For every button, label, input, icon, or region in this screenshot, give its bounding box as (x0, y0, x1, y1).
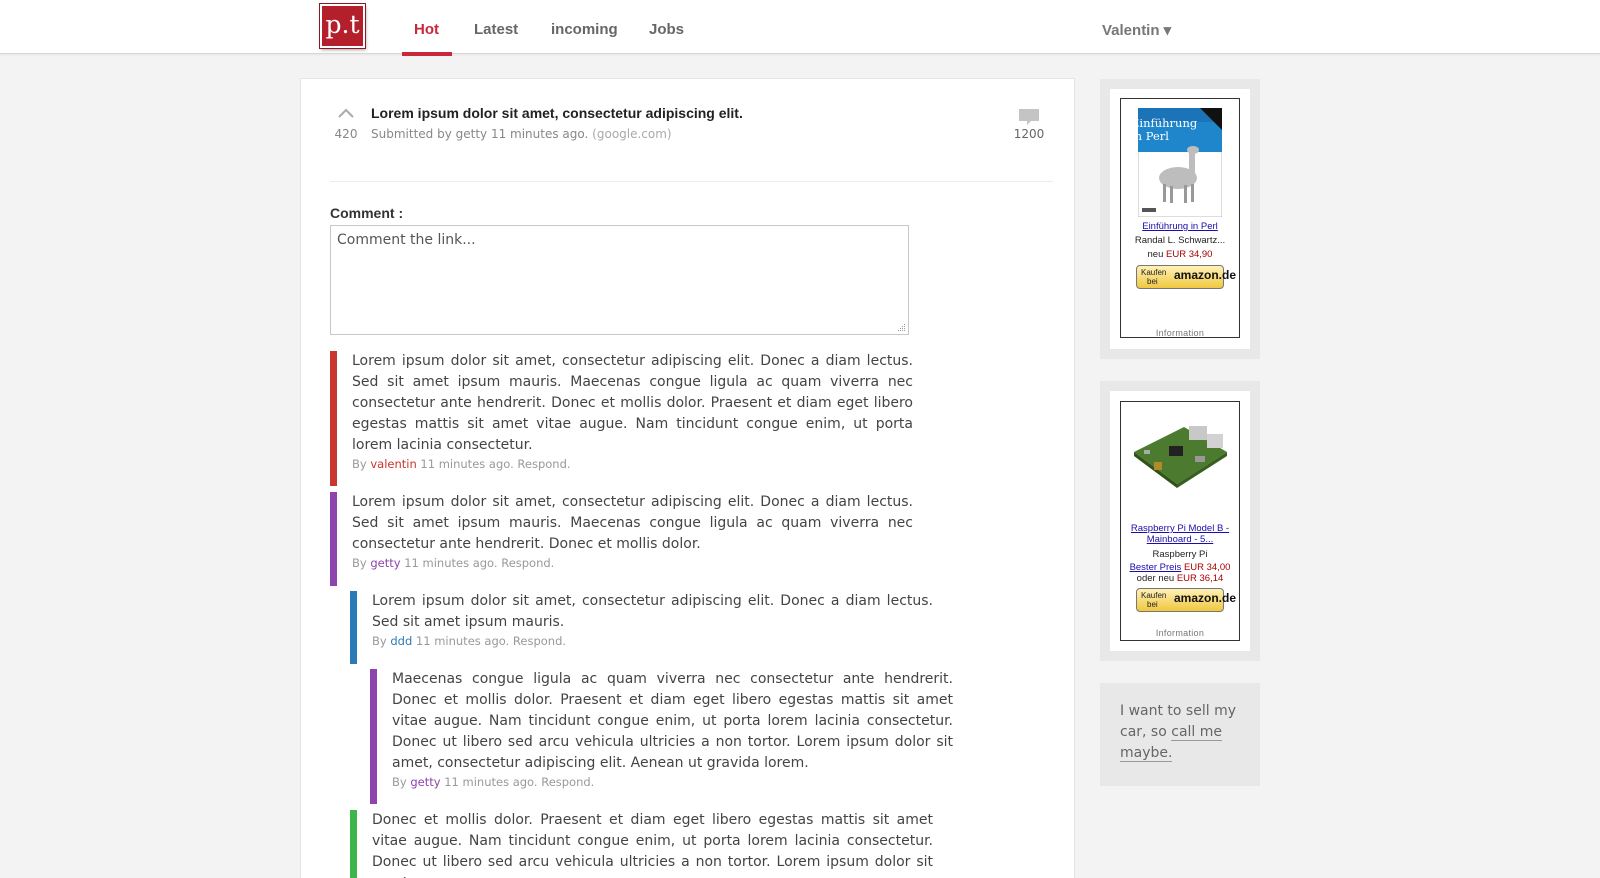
post-title-link[interactable]: Lorem ipsum dolor sit amet, consectetur … (371, 105, 743, 121)
speech-bubble-icon[interactable] (1018, 108, 1040, 126)
comment-meta: By ddd 11 minutes ago. Respond. (357, 634, 933, 648)
comment-text: Donec et mollis dolor. Praesent et diam … (372, 812, 933, 878)
comment-author-link[interactable]: valentin (370, 457, 416, 471)
ad-new-price-row: oder neu EUR 36,14 (1121, 573, 1239, 584)
comment-thread-item: Lorem ipsum dolor sit amet, consectetur … (330, 351, 913, 486)
ad-price-label: neu (1147, 249, 1164, 260)
respond-link[interactable]: Respond. (501, 556, 554, 570)
respond-link[interactable]: Respond. (541, 775, 594, 789)
amazon-ad-raspberry-pi[interactable]: Raspberry Pi Model B - Mainboard - 5... … (1120, 401, 1240, 641)
ad-best-price: EUR 34,00 (1183, 562, 1231, 573)
ad-information-link[interactable]: Information (1121, 628, 1239, 638)
ad-title-line: Raspberry Pi Model B - (1130, 523, 1230, 534)
comment-text: Lorem ipsum dolor sit amet, consectetur … (352, 353, 913, 453)
ad-best-price-row: Bester Preis EUR 34,00 (1121, 562, 1239, 573)
ad-text-block: Raspberry Pi Model B - Mainboard - 5... … (1121, 523, 1239, 584)
ad-new-price: EUR 36,14 (1176, 573, 1224, 584)
comment-thread-item: Donec et mollis dolor. Praesent et diam … (350, 810, 933, 878)
comment-by-label: By (392, 775, 407, 789)
comment-thread-item: Maecenas congue ligula ac quam viverra n… (370, 669, 953, 804)
resize-grip-icon[interactable] (896, 322, 906, 332)
comment-count: 1200 (1013, 127, 1045, 141)
comment-time: 11 minutes ago. (444, 775, 538, 789)
ad-price-row: neu EUR 34,90 (1121, 249, 1239, 260)
ad-new-price-label: oder neu (1136, 573, 1175, 584)
vote-count: 420 (334, 127, 358, 141)
comment-author-link[interactable]: getty (370, 556, 400, 570)
ad-brand: Raspberry Pi (1152, 549, 1208, 560)
sidebar-ad-inner: Einführung in Perl Einführung in Perl Ra… (1110, 89, 1250, 349)
respond-link[interactable]: Respond. (513, 634, 566, 648)
nav-item-incoming[interactable]: incoming (551, 21, 618, 38)
comment-author-link[interactable]: getty (410, 775, 440, 789)
comment-meta: By getty 11 minutes ago. Respond. (337, 556, 913, 570)
post-meta: Submitted by getty 11 minutes ago. (goog… (371, 127, 672, 141)
comment-by-label: By (372, 634, 387, 648)
comment-text: Lorem ipsum dolor sit amet, consectetur … (352, 494, 913, 552)
ad-title-line: Mainboard - 5... (1146, 534, 1214, 545)
amazon-logo: amazon.de (1174, 268, 1237, 282)
ad-best-price-link[interactable]: Bester Preis (1130, 562, 1182, 573)
nav-item-latest[interactable]: Latest (474, 21, 518, 38)
ad-price: EUR 34,90 (1166, 249, 1213, 260)
comment-textarea[interactable] (330, 225, 909, 335)
amazon-buy-button[interactable]: Kaufen bei amazon.de (1136, 265, 1236, 289)
top-navigation-bar: p.t Hot Latest incoming Jobs Valentin ▾ (0, 0, 1600, 56)
comment-thread-item: Lorem ipsum dolor sit amet, consectetur … (350, 591, 933, 664)
comment-meta: By valentin 11 minutes ago. Respond. (337, 457, 913, 471)
comment-meta: By getty 11 minutes ago. Respond. (377, 775, 953, 789)
sidebar-ad-inner: Raspberry Pi Model B - Mainboard - 5... … (1110, 391, 1250, 651)
ad-title-link[interactable]: Einführung in Perl (1121, 221, 1239, 232)
comment-thread-item: Lorem ipsum dolor sit amet, consectetur … (330, 492, 913, 586)
amazon-ad-perl-book[interactable]: Einführung in Perl Einführung in Perl Ra… (1120, 98, 1240, 338)
ad-author: Randal L. Schwartz... (1134, 235, 1226, 246)
upvote-chevron-icon[interactable] (338, 108, 354, 118)
comment-time: 11 minutes ago. (415, 634, 510, 648)
nav-item-hot[interactable]: Hot (414, 21, 439, 38)
comment-text: Maecenas congue ligula ac quam viverra n… (392, 671, 953, 771)
nav-item-jobs[interactable]: Jobs (649, 21, 684, 38)
comment-by-label: By (352, 457, 367, 471)
amazon-buy-button[interactable]: Kaufen bei amazon.de (1136, 588, 1236, 612)
post-domain[interactable]: (google.com) (592, 127, 671, 141)
site-logo[interactable]: p.t (320, 4, 365, 48)
ad-cover-title: Einführung in Perl (1131, 116, 1198, 143)
sidebar-ad-frame: Raspberry Pi Model B - Mainboard - 5... … (1100, 381, 1260, 661)
divider (330, 181, 1053, 182)
user-menu-dropdown[interactable]: Valentin ▾ (1102, 21, 1171, 39)
sidebar-ad-frame: Einführung in Perl Einführung in Perl Ra… (1100, 79, 1260, 359)
comment-by-label: By (352, 556, 367, 570)
circuit-board-icon[interactable] (1129, 412, 1229, 492)
comment-text: Lorem ipsum dolor sit amet, consectetur … (372, 593, 933, 630)
respond-link[interactable]: Respond. (517, 457, 570, 471)
amazon-logo: amazon.de (1174, 591, 1237, 605)
ad-text-block: Einführung in Perl Randal L. Schwartz...… (1121, 221, 1239, 260)
comment-form-label: Comment : (330, 205, 404, 221)
promo-text-box: I want to sell my car, so call me maybe. (1100, 683, 1260, 786)
comment-time: 11 minutes ago. (404, 556, 498, 570)
post-submitted-info: Submitted by getty 11 minutes ago. (371, 127, 589, 141)
comment-author-link[interactable]: ddd (390, 634, 412, 648)
ad-title-link[interactable]: Raspberry Pi Model B - Mainboard - 5... (1121, 523, 1239, 545)
comment-time: 11 minutes ago. (420, 457, 514, 471)
active-tab-indicator (402, 52, 452, 56)
ad-information-link[interactable]: Information (1121, 328, 1239, 338)
